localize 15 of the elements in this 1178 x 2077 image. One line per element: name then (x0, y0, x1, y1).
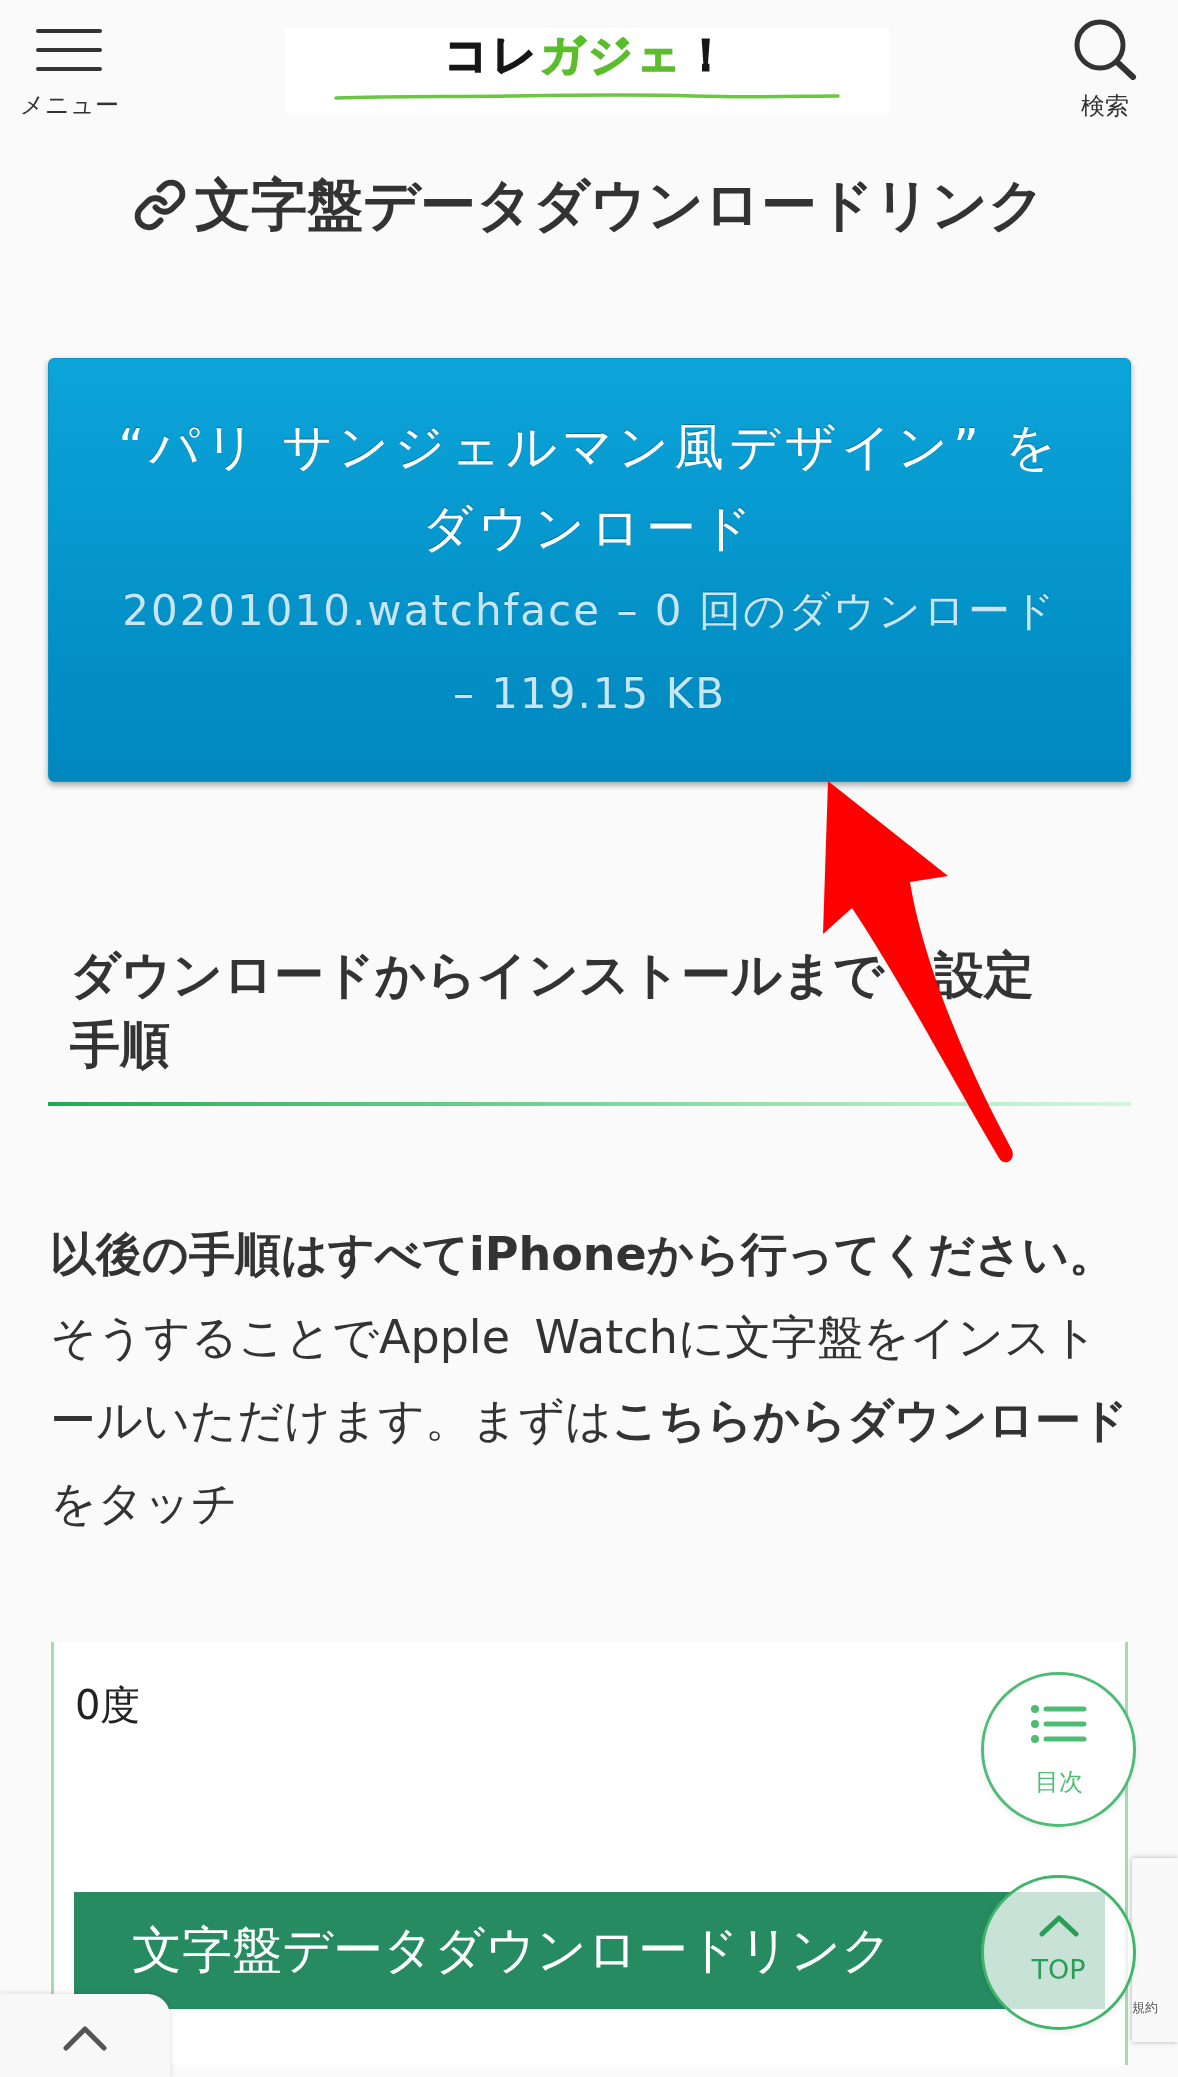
link-icon (133, 178, 187, 232)
menu-button[interactable]: メニュー (18, 0, 120, 119)
chevron-up-icon (63, 2025, 107, 2051)
expand-tab-button[interactable] (0, 1994, 170, 2077)
menu-icon (36, 28, 102, 72)
chevron-up-icon (1038, 1915, 1079, 1937)
logo-text: コレ ガジェ！ (443, 31, 731, 79)
instruction-paragraph: 以後の手順はすべてiPhoneから行ってください。そうすることでApple Watchに文字盤をインストールいただけます。まずはこちらからダウンロードをタッチ (50, 1226, 1129, 1532)
list-icon (1030, 1705, 1087, 1743)
angle-label: 0度 (75, 1681, 141, 1729)
page-title: 文字盤データダウンロードリンク (195, 171, 1045, 239)
site-logo[interactable]: コレ ガジェ！ (285, 28, 889, 113)
search-button[interactable]: 検索 (1070, 0, 1140, 120)
search-icon (1073, 18, 1137, 80)
brush-stroke-icon (334, 92, 840, 102)
